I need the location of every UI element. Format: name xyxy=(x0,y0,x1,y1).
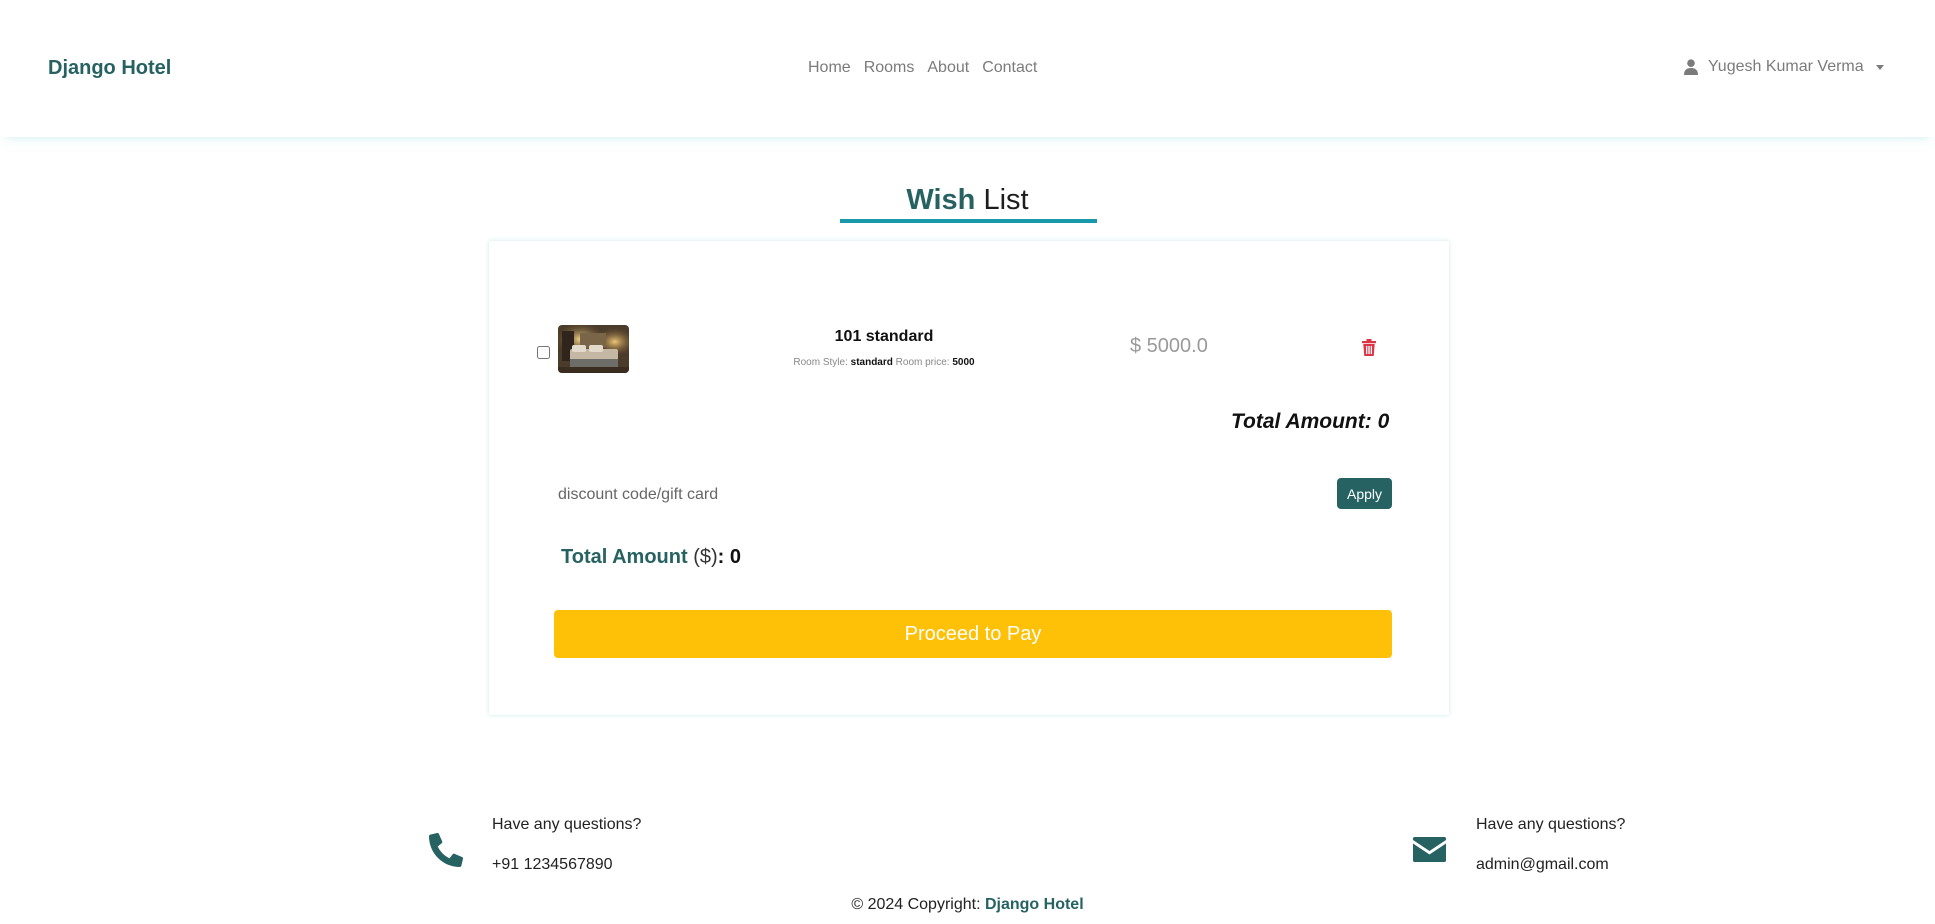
wishlist-total: Total Amount: 0 xyxy=(1231,410,1390,433)
user-menu-dropdown[interactable]: Yugesh Kumar Verma xyxy=(1684,58,1884,76)
proceed-to-pay-button[interactable]: Proceed to Pay xyxy=(554,610,1392,658)
room-price: $ 5000.0 xyxy=(1130,335,1208,357)
room-title: 101 standard xyxy=(834,328,934,345)
select-room-checkbox[interactable] xyxy=(537,346,550,359)
room-style-label: Room Style: xyxy=(793,357,848,368)
room-thumbnail xyxy=(558,325,629,373)
nav-links: Home Rooms About Contact xyxy=(808,59,1037,77)
copyright: © 2024 Copyright: Django Hotel xyxy=(0,896,1935,914)
caret-down-icon xyxy=(1875,64,1884,70)
copyright-brand[interactable]: Django Hotel xyxy=(985,896,1084,913)
navbar: Django Hotel Home Rooms About Contact Yu… xyxy=(0,0,1935,137)
copyright-text: © 2024 Copyright: xyxy=(851,896,981,913)
title-underline xyxy=(840,219,1097,223)
apply-discount-button[interactable]: Apply xyxy=(1337,478,1392,509)
room-price-value: 5000 xyxy=(952,357,975,368)
nav-about[interactable]: About xyxy=(927,59,969,77)
brand-logo[interactable]: Django Hotel xyxy=(48,57,171,80)
nav-contact[interactable]: Contact xyxy=(982,59,1037,77)
page-title-bold: Wish xyxy=(906,184,976,216)
phone-number: +91 1234567890 xyxy=(492,856,613,873)
total-amount-label: Total Amount xyxy=(561,546,688,568)
user-icon xyxy=(1684,59,1698,75)
trash-icon[interactable] xyxy=(1362,339,1376,361)
discount-code-input[interactable] xyxy=(558,483,1058,507)
phone-heading: Have any questions? xyxy=(492,816,642,833)
user-name: Yugesh Kumar Verma xyxy=(1708,58,1864,75)
envelope-icon xyxy=(1413,837,1446,867)
page-title-rest: List xyxy=(983,184,1029,216)
total-amount: Total Amount ($): 0 xyxy=(561,546,741,569)
page-title: Wish List xyxy=(0,184,1935,217)
nav-home[interactable]: Home xyxy=(808,59,851,77)
room-details: Room Style: standard Room price: 5000 xyxy=(734,357,1034,368)
total-amount-currency: ($) xyxy=(693,546,718,568)
phone-icon xyxy=(429,833,463,872)
email-address: admin@gmail.com xyxy=(1476,856,1609,873)
room-price-label: Room price: xyxy=(895,357,950,368)
nav-rooms[interactable]: Rooms xyxy=(864,59,915,77)
room-style-value: standard xyxy=(850,357,893,368)
email-heading: Have any questions? xyxy=(1476,816,1626,833)
total-amount-value: : 0 xyxy=(717,546,741,568)
